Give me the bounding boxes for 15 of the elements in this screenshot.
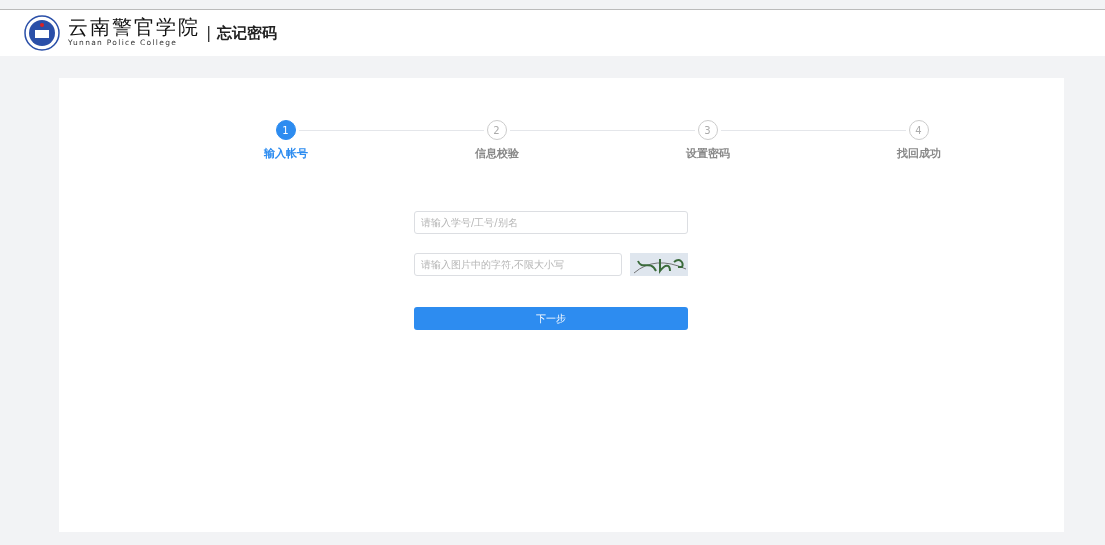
step-number: 1 <box>275 120 296 140</box>
college-emblem-icon <box>24 15 60 51</box>
separator: | <box>206 22 212 44</box>
step-label: 输入帐号 <box>263 146 308 162</box>
step-number: 2 <box>486 120 507 140</box>
account-input-field[interactable]: 请输入学号/工号/别名 <box>414 210 688 234</box>
step-label: 信息校验 <box>474 146 519 162</box>
step-label: 设置密码 <box>685 146 730 162</box>
step-number: 3 <box>697 120 718 140</box>
page-title: 忘记密码 <box>217 22 278 44</box>
captcha-image[interactable] <box>630 252 688 276</box>
step-label: 找回成功 <box>896 146 941 162</box>
next-step-button[interactable]: 下一步 <box>414 306 688 330</box>
step-number: 4 <box>908 120 929 140</box>
college-name: 云南警官学院 <box>68 17 200 38</box>
